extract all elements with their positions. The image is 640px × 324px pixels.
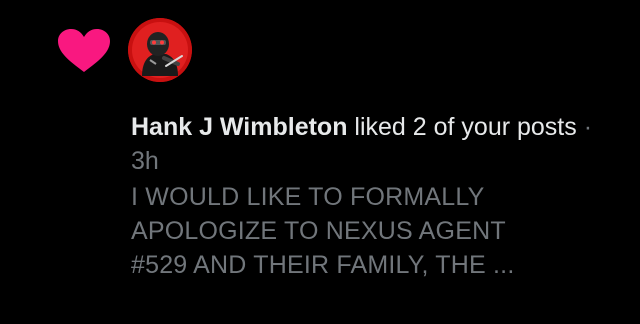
heart-icon (58, 29, 110, 72)
separator-dot: · (576, 113, 593, 141)
post-preview[interactable]: I WOULD LIKE TO FORMALLY APOLOGIZE TO NE… (131, 180, 611, 282)
like-notification[interactable]: Hank J Wimbleton liked 2 of your posts ·… (0, 0, 640, 324)
post-preview-line: I WOULD LIKE TO FORMALLY (131, 183, 485, 211)
action-text: liked 2 of your posts (347, 113, 577, 141)
avatar[interactable] (128, 18, 192, 82)
post-preview-line: #529 AND THEIR FAMILY, THE ... (131, 251, 515, 279)
post-preview-line: APOLOGIZE TO NEXUS AGENT (131, 217, 506, 245)
hooded-character-avatar-icon (128, 18, 192, 82)
notification-content: Hank J Wimbleton liked 2 of your posts ·… (131, 110, 611, 282)
notification-headline: Hank J Wimbleton liked 2 of your posts ·… (131, 110, 611, 178)
user-name-link[interactable]: Hank J Wimbleton (131, 113, 347, 141)
timestamp: 3h (131, 147, 159, 175)
